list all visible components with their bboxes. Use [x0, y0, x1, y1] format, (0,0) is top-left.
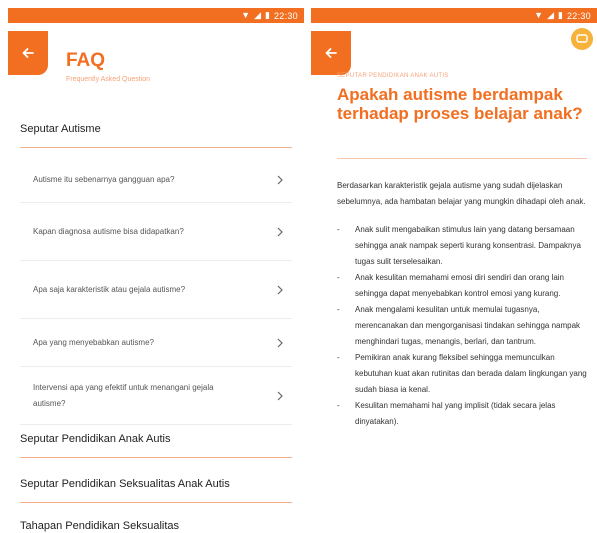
bullet-dash: - — [337, 273, 340, 282]
section-divider — [20, 502, 292, 503]
section-title: Seputar Pendidikan Anak Autis — [20, 433, 171, 445]
article-intro: Berdasarkan karakteristik gejala autisme… — [337, 181, 586, 206]
bullet-list: - Anak sulit mengabaikan stimulus lain ya… — [337, 222, 587, 430]
chevron-right-icon — [277, 285, 283, 294]
battery-icon: ▮ — [265, 10, 270, 20]
back-button[interactable] — [311, 31, 351, 75]
bullet-dash: - — [337, 353, 340, 362]
bullet-item: - Anak sulit mengabaikan stimulus lain ya… — [337, 222, 587, 270]
wifi-icon: ▼ — [534, 10, 544, 20]
battery-icon: ▮ — [558, 10, 563, 20]
bullet-item: - Anak mengalami kesulitan untuk memulai … — [337, 302, 587, 350]
faq-question-text: Apa yang menyebabkan autisme? — [33, 337, 154, 347]
faq-question-text: Intervensi apa yang efektif untuk menang… — [33, 382, 214, 408]
article-body: Berdasarkan karakteristik gejala autisme… — [337, 178, 587, 430]
page-subtitle: Frequently Asked Question — [66, 76, 151, 83]
faq-question-item[interactable]: Autisme itu sebenarnya gangguan apa? — [20, 158, 292, 203]
bullet-dash: - — [337, 401, 340, 410]
faq-question-item[interactable]: Intervensi apa yang efektif untuk menang… — [20, 367, 292, 425]
status-time: 22:30 — [566, 10, 591, 21]
section-header-pendidikan[interactable]: Seputar Pendidikan Anak Autis — [20, 433, 292, 458]
bullet-item: - Kesulitan memahami hal yang implisit (t… — [337, 398, 587, 430]
section-header-autisme[interactable]: Seputar Autisme — [20, 123, 292, 148]
bullet-text: Anak kesulitan memahami emosi diri sendi… — [355, 273, 564, 298]
faq-question-item[interactable]: Apa yang menyebabkan autisme? — [20, 319, 292, 367]
page-title: FAQ — [66, 50, 106, 71]
section-divider — [20, 147, 292, 148]
status-bar: ▼ ◢ ▮ 22:30 — [8, 8, 304, 23]
faq-question-item[interactable]: Kapan diagnosa autisme bisa didapatkan? — [20, 203, 292, 261]
faq-question-text: Kapan diagnosa autisme bisa didapatkan? — [33, 226, 184, 236]
chevron-right-icon — [277, 391, 283, 400]
bullet-text: Anak sulit mengabaikan stimulus lain yan… — [355, 225, 581, 266]
section-header-tahapan[interactable]: Tahapan Pendidikan Seksualitas — [20, 520, 292, 532]
bullet-item: - Pemikiran anak kurang fleksibel sehingg… — [337, 350, 587, 398]
arrow-left-icon — [325, 48, 337, 58]
section-title: Tahapan Pendidikan Seksualitas — [20, 520, 180, 532]
breadcrumb: SEPUTAR PENDIDIKAN ANAK AUTIS — [337, 73, 449, 79]
chevron-right-icon — [277, 175, 283, 185]
article-screen: ▼ ◢ ▮ 22:30 SEPUTAR PENDIDIKAN ANAK AUTI… — [311, 8, 597, 533]
section-divider — [20, 457, 292, 458]
section-title: Seputar Pendidikan Seksualitas Anak Auti… — [20, 478, 230, 490]
chat-bubble-icon — [576, 34, 588, 43]
bullet-text: Anak mengalami kesulitan untuk memulai t… — [355, 305, 581, 346]
faq-question-text: Autisme itu sebenarnya gangguan apa? — [33, 175, 175, 184]
faq-question-list: Autisme itu sebenarnya gangguan apa? Kap… — [20, 158, 292, 425]
signal-icon: ◢ — [547, 10, 555, 20]
faq-question-item[interactable]: Apa saja karakteristik atau gejala autis… — [20, 261, 292, 319]
status-bar: ▼ ◢ ▮ 22:30 — [311, 8, 597, 23]
chevron-right-icon — [277, 338, 283, 347]
back-button[interactable] — [8, 31, 48, 75]
bullet-text: Pemikiran anak kurang fleksibel sehingga… — [355, 353, 587, 394]
article-title: Apakah autisme berdampak terhadap proses… — [337, 85, 583, 123]
faq-question-text: Apa saja karakteristik atau gejala autis… — [33, 284, 186, 294]
title-divider — [337, 158, 587, 159]
section-header-seksualitas[interactable]: Seputar Pendidikan Seksualitas Anak Auti… — [20, 478, 292, 503]
bullet-dash: - — [337, 305, 340, 314]
status-time: 22:30 — [273, 10, 298, 21]
section-title: Seputar Autisme — [20, 123, 101, 135]
chevron-right-icon — [277, 227, 283, 236]
bullet-dash: - — [337, 225, 340, 234]
faq-screen: ▼ ◢ ▮ 22:30 FAQ Frequently Asked Questio… — [8, 8, 304, 533]
signal-icon: ◢ — [254, 10, 262, 20]
arrow-left-icon — [22, 48, 34, 58]
bullet-item: - Anak kesulitan memahami emosi diri send… — [337, 270, 587, 302]
bullet-text: Kesulitan memahami hal yang implisit (ti… — [355, 401, 556, 426]
wifi-icon: ▼ — [241, 10, 251, 20]
chat-button[interactable] — [571, 28, 593, 50]
